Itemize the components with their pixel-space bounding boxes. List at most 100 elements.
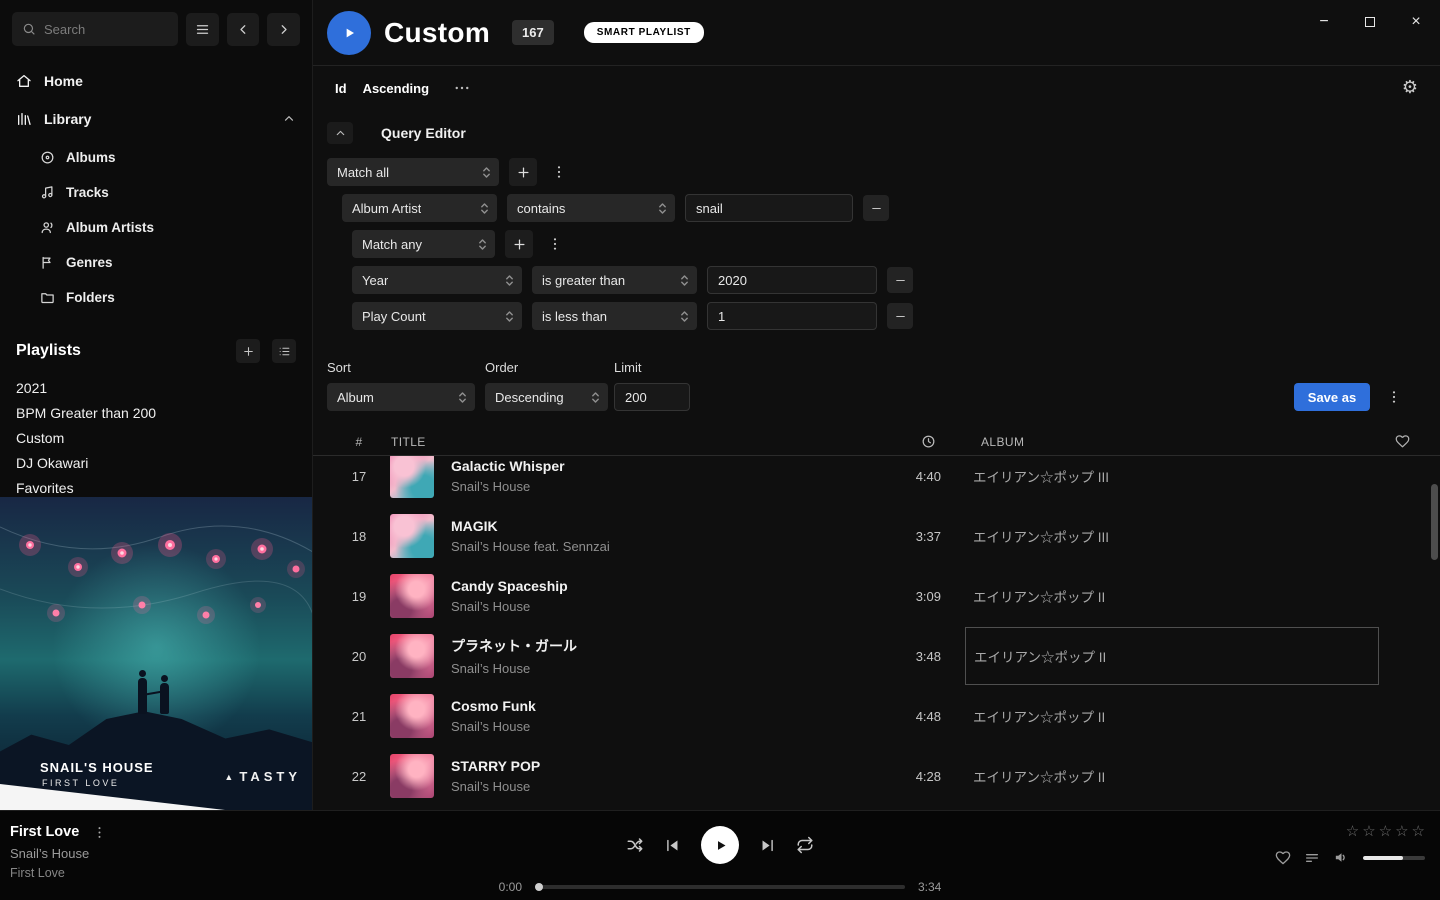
star-icon[interactable]: ☆ [1379, 824, 1392, 839]
column-header-number[interactable]: # [339, 427, 379, 456]
star-icon[interactable]: ☆ [1362, 824, 1375, 839]
track-title[interactable]: Cosmo Funk [451, 698, 851, 714]
sidebar-item-genres[interactable]: Genres [0, 245, 312, 280]
volume-button[interactable] [1333, 849, 1350, 866]
remove-rule-button[interactable] [887, 267, 913, 293]
previous-track-button[interactable] [664, 837, 681, 854]
rating-stars[interactable]: ☆☆☆☆☆ [1346, 824, 1425, 839]
menu-button[interactable] [186, 13, 219, 46]
rule-field-select[interactable]: Album Artist [342, 194, 497, 222]
column-header-favorite[interactable] [1395, 427, 1410, 456]
playlist-item[interactable]: 2021 [16, 375, 296, 400]
playlist-item[interactable]: Custom [16, 425, 296, 450]
star-icon[interactable]: ☆ [1346, 824, 1359, 839]
track-artist[interactable]: Snail’s House [451, 719, 851, 734]
rule-value-input[interactable] [707, 266, 877, 294]
track-title[interactable]: Candy Spaceship [451, 578, 851, 594]
search-input[interactable] [44, 22, 168, 37]
track-album-cell[interactable]: エイリアン☆ポップ II [965, 687, 1379, 745]
rule-field-select[interactable]: Year [352, 266, 522, 294]
rule-operator-select[interactable]: is less than [532, 302, 697, 330]
track-artist[interactable]: Snail’s House [451, 661, 851, 676]
chevron-up-icon[interactable] [282, 112, 296, 126]
seek-bar[interactable] [535, 885, 905, 889]
settings-gear-button[interactable]: ⚙ [1402, 78, 1418, 96]
track-album-cell[interactable]: エイリアン☆ポップ III [965, 456, 1379, 505]
rule-operator-select[interactable]: contains [507, 194, 675, 222]
track-options-button[interactable] [92, 825, 107, 840]
column-header-title[interactable]: TITLE [391, 427, 426, 456]
track-album-cell-focused[interactable]: エイリアン☆ポップ II [965, 627, 1379, 685]
nav-forward-button[interactable] [267, 13, 300, 46]
volume-slider[interactable] [1363, 856, 1425, 860]
match-type-select[interactable]: Match all [327, 158, 499, 186]
track-title[interactable]: Galactic Whisper [451, 458, 851, 474]
track-album-cell[interactable]: エイリアン☆ポップ II [965, 567, 1379, 625]
playlist-item[interactable]: BPM Greater than 200 [16, 400, 296, 425]
remove-rule-button[interactable] [863, 195, 889, 221]
maximize-button[interactable] [1362, 14, 1378, 30]
sidebar-item-folders[interactable]: Folders [0, 280, 312, 315]
shuffle-button[interactable] [626, 836, 644, 854]
table-row[interactable]: 20 プラネット・ガール Snail’s House 3:48 エイリアン☆ポッ… [313, 626, 1440, 686]
star-icon[interactable]: ☆ [1412, 824, 1425, 839]
play-playlist-button[interactable] [327, 11, 371, 55]
table-row[interactable]: 22 STARRY POP Snail’s House 4:28 エイリアン☆ポ… [313, 746, 1440, 806]
sidebar-item-albums[interactable]: Albums [0, 140, 312, 175]
playlist-item[interactable]: DJ Okawari [16, 450, 296, 475]
more-options-button[interactable] [453, 79, 471, 97]
sidebar-item-home[interactable]: Home [0, 62, 312, 100]
rule-value-input[interactable] [685, 194, 853, 222]
save-options-button[interactable] [1382, 383, 1406, 411]
track-album-cell[interactable]: エイリアン☆ポップ III [965, 507, 1379, 565]
now-playing-title[interactable]: First Love [10, 824, 79, 840]
group-options-button[interactable] [543, 230, 567, 258]
column-header-duration[interactable] [921, 427, 936, 456]
queue-button[interactable] [1304, 850, 1320, 866]
track-album-cell[interactable]: エイリアン☆ポップ II [965, 747, 1379, 805]
table-row[interactable]: 17 Galactic Whisper Snail’s House 4:40 エ… [313, 456, 1440, 506]
track-artist[interactable]: Snail’s House [451, 599, 851, 614]
now-playing-artist[interactable]: Snail’s House [10, 846, 107, 861]
column-header-album[interactable]: ALBUM [981, 427, 1024, 456]
track-artist[interactable]: Snail’s House [451, 479, 851, 494]
favorite-button[interactable] [1275, 850, 1291, 866]
limit-input[interactable] [614, 383, 690, 411]
sidebar-item-album-artists[interactable]: Album Artists [0, 210, 312, 245]
now-playing-album[interactable]: First Love [10, 866, 107, 880]
sidebar-item-library[interactable]: Library [0, 100, 312, 138]
repeat-button[interactable] [796, 836, 814, 854]
table-scrollbar[interactable] [1431, 484, 1438, 560]
now-playing-artwork[interactable]: SNAIL'S HOUSE FIRST LOVE ▲TASTY [0, 497, 313, 810]
table-row[interactable]: 21 Cosmo Funk Snail’s House 4:48 エイリアン☆ポ… [313, 686, 1440, 746]
rule-value-input[interactable] [707, 302, 877, 330]
play-pause-button[interactable] [701, 826, 739, 864]
order-select[interactable]: Descending [485, 383, 608, 411]
rule-field-select[interactable]: Play Count [352, 302, 522, 330]
add-playlist-button[interactable] [236, 339, 260, 363]
group-match-type-select[interactable]: Match any [352, 230, 495, 258]
seek-handle[interactable] [535, 883, 543, 891]
table-row[interactable]: 18 MAGIK Snail’s House feat. Sennzai 3:3… [313, 506, 1440, 566]
remove-rule-button[interactable] [887, 303, 913, 329]
track-artist[interactable]: Snail’s House [451, 779, 851, 794]
table-row[interactable]: 19 Candy Spaceship Snail’s House 3:09 エイ… [313, 566, 1440, 626]
collapse-query-editor-button[interactable] [327, 122, 353, 144]
sidebar-item-tracks[interactable]: Tracks [0, 175, 312, 210]
track-title[interactable]: MAGIK [451, 518, 851, 534]
rule-group-options-button[interactable] [547, 158, 571, 186]
nav-back-button[interactable] [227, 13, 260, 46]
next-track-button[interactable] [759, 837, 776, 854]
track-title[interactable]: プラネット・ガール [451, 636, 851, 656]
close-button[interactable]: × [1408, 14, 1424, 30]
track-title[interactable]: STARRY POP [451, 758, 851, 774]
sort-direction-button[interactable]: Ascending [363, 81, 429, 96]
minimize-button[interactable]: − [1316, 14, 1332, 30]
add-rule-button[interactable] [509, 158, 537, 186]
sort-field-button[interactable]: Id [335, 81, 347, 96]
track-artist[interactable]: Snail’s House feat. Sennzai [451, 539, 851, 554]
playlist-view-button[interactable] [272, 339, 296, 363]
star-icon[interactable]: ☆ [1395, 824, 1408, 839]
rule-operator-select[interactable]: is greater than [532, 266, 697, 294]
sort-select[interactable]: Album [327, 383, 475, 411]
